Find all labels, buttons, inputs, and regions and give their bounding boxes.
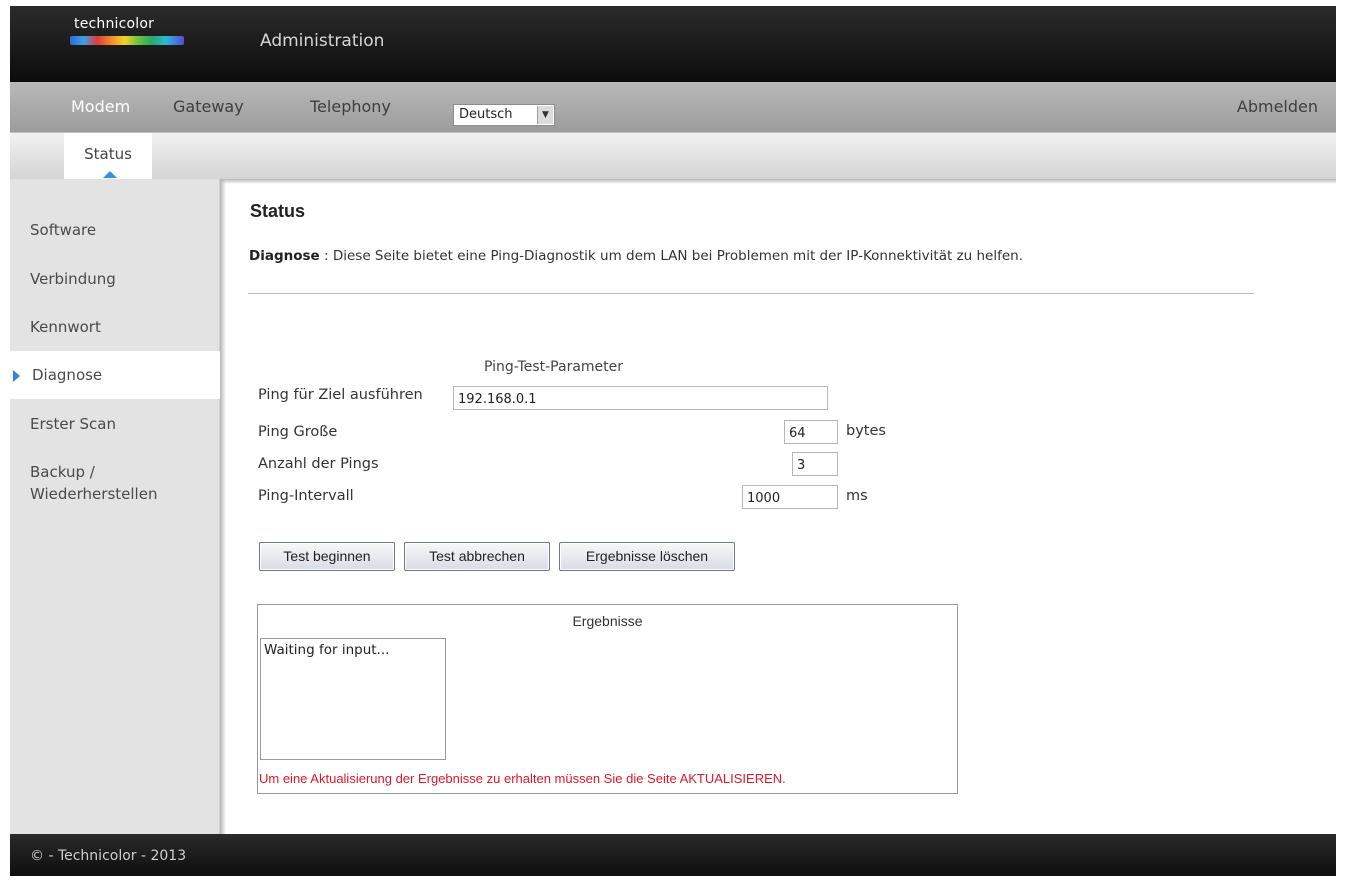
logo-text: technicolor: [74, 16, 155, 32]
page-title: Status: [250, 201, 306, 221]
sidebar-item-label: Wiederherstellen: [30, 485, 158, 503]
description-label: Diagnose: [249, 248, 320, 264]
ping-interval-input[interactable]: 1000: [742, 485, 838, 509]
app-frame: technicolor Administration Modem Gateway…: [10, 6, 1336, 876]
active-tab-marker-icon: [103, 171, 117, 178]
technicolor-logo: technicolor: [70, 16, 190, 66]
ping-interval-label: Ping-Intervall: [258, 488, 354, 504]
params-title: Ping-Test-Parameter: [484, 359, 624, 375]
sidebar: Software Verbindung Kennwort Diagnose Er…: [10, 179, 220, 834]
chevron-down-icon[interactable]: ▼: [537, 106, 553, 124]
nav-item-modem[interactable]: Modem: [71, 97, 130, 116]
footer-copyright: © - Technicolor - 2013: [30, 848, 187, 864]
active-item-arrow-icon: [13, 370, 20, 382]
results-refresh-note: Um eine Aktualisierung der Ergebnisse zu…: [259, 771, 786, 786]
page-description: Diagnose : Diese Seite bietet eine Ping-…: [249, 248, 1023, 264]
header-title: Administration: [260, 31, 385, 51]
logo-color-bar: [70, 36, 184, 45]
logout-link[interactable]: Abmelden: [1237, 97, 1318, 116]
sidebar-item-label: Diagnose: [32, 366, 103, 384]
footer: © - Technicolor - 2013: [10, 834, 1336, 876]
sidebar-shadow: [220, 179, 226, 834]
header-bar: technicolor Administration: [10, 6, 1336, 82]
sidebar-item-kennwort[interactable]: Kennwort: [30, 316, 101, 338]
ping-interval-unit: ms: [846, 488, 868, 504]
ping-target-label: Ping für Ziel ausführen: [258, 387, 423, 403]
tab-status-label: Status: [84, 145, 132, 163]
divider: [248, 293, 1254, 294]
sidebar-item-software[interactable]: Software: [30, 219, 96, 241]
ping-count-label: Anzahl der Pings: [258, 456, 379, 472]
ping-size-input[interactable]: 64: [784, 420, 838, 444]
clear-results-button[interactable]: Ergebnisse löschen: [559, 542, 735, 571]
language-select-value: Deutsch: [459, 107, 513, 122]
description-text: Diese Seite bietet eine Ping-Diagnostik …: [332, 248, 1024, 264]
sidebar-item-verbindung[interactable]: Verbindung: [30, 268, 116, 290]
sidebar-item-backup[interactable]: Backup / Wiederherstellen: [30, 461, 157, 505]
ping-size-unit: bytes: [846, 423, 886, 439]
abort-test-button[interactable]: Test abbrechen: [404, 542, 550, 571]
nav-item-telephony[interactable]: Telephony: [310, 97, 391, 116]
nav-item-gateway[interactable]: Gateway: [173, 97, 244, 116]
sub-nav: Status: [10, 132, 1336, 180]
ping-count-input[interactable]: 3: [792, 452, 838, 476]
start-test-button[interactable]: Test beginnen: [259, 542, 395, 571]
sidebar-item-diagnose[interactable]: Diagnose: [10, 351, 220, 399]
ping-target-input[interactable]: 192.168.0.1: [453, 386, 828, 410]
results-panel: Ergebnisse Waiting for input... Um eine …: [257, 604, 958, 794]
description-separator: :: [319, 248, 333, 264]
language-select[interactable]: Deutsch ▼: [453, 104, 555, 126]
results-textarea[interactable]: Waiting for input...: [260, 638, 446, 760]
main-nav: Modem Gateway Telephony Deutsch ▼ Abmeld…: [10, 82, 1336, 132]
sidebar-item-label: Backup /: [30, 463, 95, 481]
results-title: Ergebnisse: [572, 613, 643, 629]
ping-size-label: Ping Große: [258, 424, 338, 440]
sidebar-item-erster-scan[interactable]: Erster Scan: [30, 413, 116, 435]
tab-status[interactable]: Status: [64, 133, 152, 180]
